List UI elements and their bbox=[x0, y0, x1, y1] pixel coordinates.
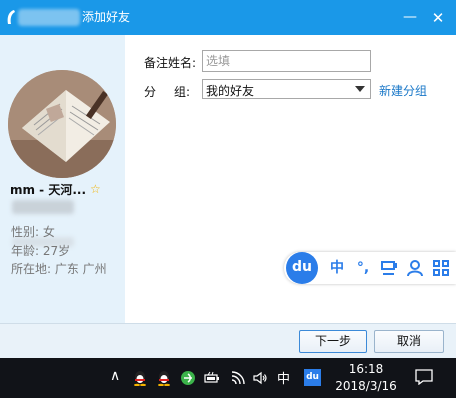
taskbar-baidu-ime-icon[interactable]: du bbox=[304, 369, 321, 386]
group-select-value: 我的好友 bbox=[206, 84, 255, 98]
baidu-ime-logo[interactable]: du bbox=[286, 252, 318, 284]
nickname-row: mm - 天河... ☆ bbox=[10, 180, 122, 198]
gender-info: 性别: 女 bbox=[11, 225, 55, 239]
taskbar-ime-language[interactable]: 中 bbox=[277, 368, 290, 387]
remark-input[interactable] bbox=[202, 50, 371, 72]
notification-icon[interactable] bbox=[415, 369, 433, 385]
location-info: 所在地: 广东 广州 bbox=[11, 262, 107, 276]
ime-toolbar[interactable]: du 中 °, bbox=[284, 252, 456, 284]
clock-date[interactable]: 2018/3/16 bbox=[330, 378, 402, 394]
skin-icon[interactable] bbox=[380, 259, 398, 277]
wifi-icon[interactable] bbox=[230, 370, 246, 386]
clock-time[interactable]: 16:18 bbox=[330, 361, 402, 377]
blurred-name bbox=[18, 9, 80, 26]
window-title: 添加好友 bbox=[82, 10, 131, 24]
profile-panel: mm - 天河... ☆ 性别: 女 年龄: 27岁 所在地: 广东 广州 bbox=[0, 35, 125, 323]
minimize-button[interactable]: — bbox=[400, 8, 420, 28]
age-info: 年龄: 27岁 bbox=[11, 244, 71, 258]
taskbar: ∧ 中 du 16:18 2018/3/16 bbox=[0, 358, 456, 398]
avatar-image bbox=[8, 70, 116, 178]
star-icon: ☆ bbox=[90, 182, 101, 196]
blurred-account bbox=[12, 200, 74, 214]
green-app-icon[interactable] bbox=[180, 370, 196, 386]
show-hidden-icons-button[interactable]: ∧ bbox=[110, 368, 120, 384]
group-select[interactable]: 我的好友 bbox=[202, 79, 371, 99]
battery-icon[interactable] bbox=[204, 370, 220, 386]
remark-label: 备注姓名: bbox=[144, 56, 197, 70]
chevron-down-icon bbox=[355, 86, 365, 92]
qq-penguin-icon[interactable] bbox=[132, 370, 148, 386]
grid-menu-icon[interactable] bbox=[432, 259, 450, 277]
title-bar: 添加好友 — ✕ bbox=[0, 0, 456, 35]
avatar[interactable] bbox=[8, 70, 116, 178]
next-button[interactable]: 下一步 bbox=[299, 330, 367, 353]
ime-punctuation-toggle[interactable]: °, bbox=[352, 257, 374, 279]
qq-penguin-icon-2[interactable] bbox=[156, 370, 172, 386]
group-label-char2: 组: bbox=[174, 85, 191, 99]
ime-language-toggle[interactable]: 中 bbox=[328, 257, 346, 279]
group-label-char1: 分 bbox=[144, 85, 157, 99]
new-group-link[interactable]: 新建分组 bbox=[379, 82, 427, 99]
qq-app-icon bbox=[7, 10, 15, 24]
cancel-button[interactable]: 取消 bbox=[374, 330, 444, 353]
volume-icon[interactable] bbox=[252, 370, 268, 386]
nickname: mm - 天河... bbox=[10, 182, 87, 197]
user-icon[interactable] bbox=[406, 259, 424, 277]
close-button[interactable]: ✕ bbox=[428, 8, 448, 28]
